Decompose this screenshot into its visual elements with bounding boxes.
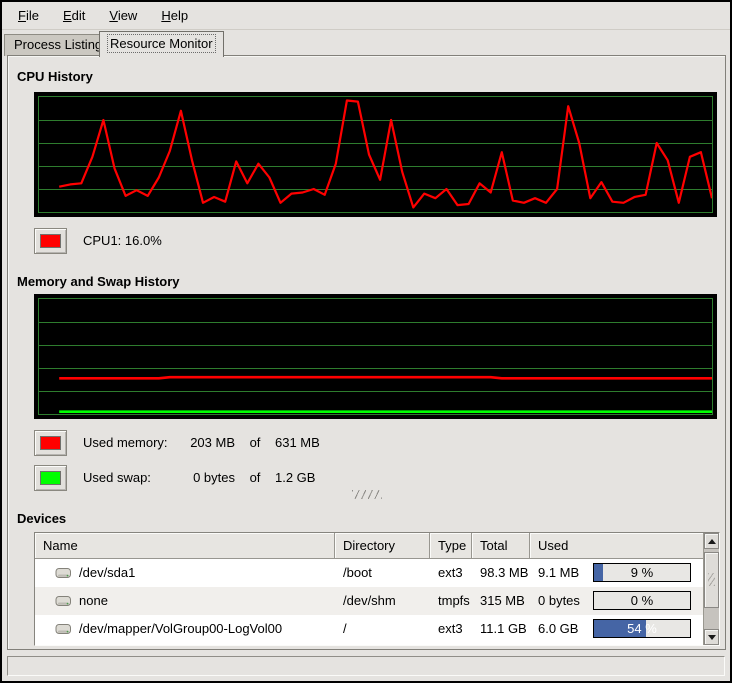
tab-process-listing[interactable]: Process Listing: [4, 34, 112, 56]
device-type: ext3: [430, 615, 472, 643]
used-swap-label: Used swap:: [83, 470, 179, 485]
cpu1-color-swatch: [40, 234, 61, 248]
memory-swap-graph: [34, 294, 717, 419]
device-type: tmpfs: [430, 587, 472, 615]
device-row-volgroup[interactable]: /dev/mapper/VolGroup00-LogVol00 / ext3 1…: [35, 615, 703, 643]
usage-progress-bar: 0 %: [593, 591, 691, 610]
used-swap-of: of: [235, 470, 275, 485]
scrollbar-thumb[interactable]: [704, 552, 719, 608]
scroll-up-button[interactable]: [704, 533, 719, 549]
device-used: 0 bytes: [538, 593, 580, 608]
cpu-history-title: CPU History: [17, 69, 93, 84]
menu-help-label: Help: [161, 8, 188, 23]
disk-icon: [55, 567, 72, 580]
device-row-sda1[interactable]: /dev/sda1 /boot ext3 98.3 MB 9.1 MB 9 %: [35, 559, 703, 587]
device-name: /dev/sda1: [79, 559, 135, 587]
memory-total-value: 631 MB: [275, 435, 320, 450]
cpu-history-graph: [34, 92, 717, 217]
device-type: ext3: [430, 559, 472, 587]
arrow-down-icon: [708, 635, 716, 640]
progress-percent-label: 9 %: [594, 564, 690, 581]
devices-table-header: Name Directory Type Total Used: [35, 533, 703, 559]
scroll-down-button[interactable]: [704, 629, 719, 645]
progress-percent-label: 0 %: [594, 592, 690, 609]
used-swap-color-swatch: [40, 471, 61, 485]
device-directory: /boot: [335, 559, 430, 587]
used-memory-label: Used memory:: [83, 435, 179, 450]
used-memory-color-swatch: [40, 436, 61, 450]
tab-resource-monitor-label: Resource Monitor: [109, 36, 214, 51]
column-header-used[interactable]: Used: [530, 533, 703, 559]
menu-view[interactable]: View: [97, 2, 149, 29]
devices-table-grid: Name Directory Type Total Used /dev/sda1: [35, 533, 703, 645]
device-name: /dev/mapper/VolGroup00-LogVol00: [79, 615, 282, 643]
column-header-total[interactable]: Total: [472, 533, 530, 559]
memory-swap-history-title: Memory and Swap History: [17, 274, 180, 289]
arrow-up-icon: [708, 539, 716, 544]
column-header-directory[interactable]: Directory: [335, 533, 430, 559]
used-swap-value: 0 bytes: [179, 470, 235, 485]
menu-bar: File Edit View Help: [2, 2, 730, 30]
menu-view-label: View: [109, 8, 137, 23]
tab-resource-monitor[interactable]: Resource Monitor: [99, 31, 224, 57]
devices-table: Name Directory Type Total Used /dev/sda1: [34, 532, 720, 646]
cpu-graph-plot-area: [38, 96, 713, 213]
used-memory-color-button[interactable]: [34, 430, 67, 456]
device-name: none: [79, 587, 108, 615]
disk-icon: [55, 595, 72, 608]
cpu1-usage-label: CPU1: 16.0%: [83, 233, 162, 248]
device-total: 11.1 GB: [472, 615, 530, 643]
device-used: 6.0 GB: [538, 621, 578, 636]
device-total: 315 MB: [472, 587, 530, 615]
menu-file[interactable]: File: [6, 2, 51, 29]
usage-progress-bar: 54 %: [593, 619, 691, 638]
used-memory-legend-row: Used memory: 203 MB of 631 MB: [34, 429, 320, 456]
pane-resize-handle[interactable]: [352, 490, 382, 499]
system-monitor-window: File Edit View Help Process Listing Reso…: [0, 0, 732, 683]
used-swap-legend-row: Used swap: 0 bytes of 1.2 GB: [34, 464, 315, 491]
used-swap-color-button[interactable]: [34, 465, 67, 491]
used-memory-of: of: [235, 435, 275, 450]
progress-percent-label: 54 %: [594, 620, 690, 637]
vertical-scrollbar[interactable]: [703, 533, 719, 645]
usage-progress-bar: 9 %: [593, 563, 691, 582]
device-directory: /dev/shm: [335, 587, 430, 615]
cpu-legend-row: CPU1: 16.0%: [34, 227, 162, 254]
device-used: 9.1 MB: [538, 565, 579, 580]
cpu1-color-button[interactable]: [34, 228, 67, 254]
menu-edit[interactable]: Edit: [51, 2, 97, 29]
menu-help[interactable]: Help: [149, 2, 200, 29]
status-bar: [7, 656, 725, 676]
menu-file-label: File: [18, 8, 39, 23]
tab-process-listing-label: Process Listing: [14, 37, 102, 52]
memory-graph-plot-area: [38, 298, 713, 415]
device-total: 98.3 MB: [472, 559, 530, 587]
swap-total-value: 1.2 GB: [275, 470, 315, 485]
device-directory: /: [335, 615, 430, 643]
menu-edit-label: Edit: [63, 8, 85, 23]
used-memory-value: 203 MB: [179, 435, 235, 450]
column-header-name[interactable]: Name: [35, 533, 335, 559]
device-row-none[interactable]: none /dev/shm tmpfs 315 MB 0 bytes 0 %: [35, 587, 703, 615]
resource-monitor-page: CPU History CPU1: 16.0% Memory and Swap …: [7, 55, 726, 650]
column-header-type[interactable]: Type: [430, 533, 472, 559]
devices-title: Devices: [17, 511, 66, 526]
disk-icon: [55, 623, 72, 636]
